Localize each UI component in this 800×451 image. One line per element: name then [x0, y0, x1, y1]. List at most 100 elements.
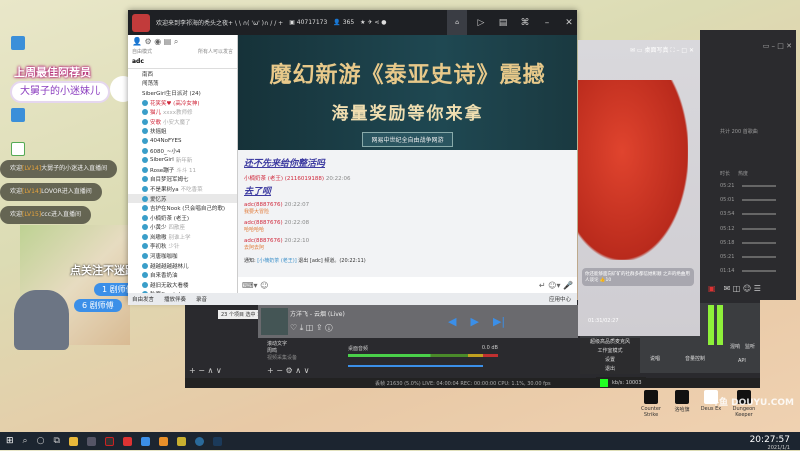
home-icon[interactable]: ⌂ — [447, 10, 467, 35]
prev-icon[interactable]: ◀ — [448, 315, 456, 328]
close-icon[interactable]: ✕ — [561, 18, 577, 28]
user-list-item[interactable]: 扶摇姐 — [128, 127, 237, 137]
source-controls[interactable]: + − ⚙ ∧ ∨ — [267, 366, 309, 375]
app-icon[interactable] — [158, 436, 168, 446]
chat-big-message: 去了呗 — [244, 187, 272, 197]
desktop-icon[interactable]: Counter Strike — [637, 390, 665, 418]
user-role-icon — [142, 233, 148, 240]
user-name: 吉护在Nook (只会唱自己的歌) — [150, 206, 226, 213]
next-icon[interactable]: ▶| — [493, 315, 505, 328]
user-name: 猫儿 — [150, 110, 162, 117]
user-list-item[interactable]: 自目梦冠军姆七 — [128, 175, 237, 185]
player-toolbar[interactable]: ▣ ✉ ◫ ☺ ☰ — [708, 284, 761, 293]
app-icon[interactable] — [86, 436, 96, 446]
desktop-icon[interactable] — [4, 108, 32, 124]
channel-item[interactable]: SiberGirl生日派对 (24) — [128, 88, 237, 98]
play-icon[interactable]: ▶ — [470, 315, 478, 328]
user-signature: xxxx教师修 — [163, 110, 193, 117]
channel-tools[interactable]: 👤 ⚙ ◉ ▤ ⌕ — [128, 35, 237, 48]
record-button[interactable]: 录音 — [196, 295, 207, 303]
user-list-item[interactable]: 自来香奶油 — [128, 270, 237, 280]
source-item[interactable]: 滚动文字 — [267, 340, 342, 347]
chat-input[interactable]: ⌨▾ ☺ ↵ ☺▾ 🎤 — [238, 277, 577, 293]
user-list-item[interactable]: 6080_~小4 — [128, 146, 237, 156]
user-role-icon — [142, 157, 148, 164]
user-list-item[interactable]: 越旧无敌大看楼 — [128, 280, 237, 290]
taskbar: ⊞ ⌕ ○ ⧉ 20:27:57 2021/1/1 — [0, 432, 800, 451]
chat-sender[interactable]: 小楠奶茶 (老王) (2116019188) — [244, 176, 324, 182]
book-icon[interactable]: ▤ — [495, 18, 511, 28]
video-icon[interactable]: ▷ — [473, 18, 489, 28]
app-icon[interactable] — [194, 436, 204, 446]
user-name: 自目梦冠军姆七 — [150, 177, 189, 184]
user-list-item[interactable]: 爱忆苏 — [128, 193, 237, 204]
lyric-window-controls[interactable]: ✉ ▭ 桌面写真 ⛶ – □ ✕ — [630, 45, 694, 55]
volume-slider[interactable] — [348, 365, 483, 367]
chat-area: 还不先来给你整活吗 小楠奶茶 (老王) (2116019188) 20:22:06… — [238, 150, 577, 277]
steam-icon[interactable] — [212, 436, 222, 446]
room-name[interactable]: adc — [128, 58, 237, 69]
mixer-menu-item[interactable]: 超级高品质麦克风 — [580, 338, 640, 347]
speak-mode-dropdown[interactable]: 自由模式 — [132, 48, 152, 58]
desktop-icon[interactable] — [4, 142, 32, 158]
cortana-icon[interactable]: ○ — [37, 436, 45, 446]
app-icon[interactable] — [122, 436, 132, 446]
user-list-item[interactable]: 李初秋 少针 — [128, 242, 237, 252]
user-list-item[interactable]: 小黄少 四散座 — [128, 223, 237, 233]
user-list-item[interactable]: 吉护在Nook (只会唱自己的歌) — [128, 203, 237, 213]
desktop-icon[interactable] — [4, 36, 32, 52]
user-list-item[interactable]: 安歌 小安大魔了 — [128, 117, 237, 127]
emoji-icon[interactable]: ☺ — [260, 281, 268, 290]
send-options[interactable]: ↵ ☺▾ 🎤 — [539, 281, 573, 290]
free-speak-button[interactable]: 自由发言 — [132, 295, 154, 303]
explorer-icon[interactable] — [68, 436, 78, 446]
user-list-item[interactable]: 小楠奶茶 (老王) — [128, 213, 237, 223]
start-icon[interactable]: ⊞ — [6, 436, 14, 446]
accompaniment-button[interactable]: 播放伴奏 — [164, 295, 186, 303]
task-view-icon[interactable]: ⧉ — [53, 436, 59, 446]
song-row[interactable]: 05:01 — [720, 197, 777, 203]
user-list-item[interactable]: 猫儿 xxxx教师修 — [128, 107, 237, 117]
app-icon[interactable] — [176, 436, 186, 446]
music-app-window: ▭ – □ ✕ 共计 200 首歌曲 时长 热度 05:21 05:01 03:5… — [700, 30, 796, 300]
volume-meter — [348, 354, 498, 357]
user-name: 404NoFYES — [150, 137, 182, 144]
system-tray[interactable]: 20:27:57 2021/1/1 — [750, 435, 790, 451]
user-list-item[interactable]: 404NoFYES — [128, 136, 237, 146]
mixer-menu-item[interactable]: 工作室模式 — [580, 347, 640, 356]
user-list-item[interactable]: 不是果树ya 不吃香菜 — [128, 184, 237, 194]
mixer-menu-item[interactable]: 设置 — [580, 356, 640, 365]
scene-controls[interactable]: + − ∧ ∨ — [189, 366, 222, 375]
room-actions[interactable]: ★ ✈ ⋖ ● — [360, 19, 386, 26]
user-list-item[interactable]: 岚嗷嗷 别谁上学 — [128, 232, 237, 242]
app-center-button[interactable]: 应用中心 — [549, 295, 571, 303]
channel-item[interactable]: 闯荡荡 — [128, 79, 237, 89]
song-row[interactable]: 05:18 — [720, 240, 777, 246]
minimize-icon[interactable]: – — [539, 18, 555, 28]
search-icon[interactable]: ⌕ — [23, 436, 28, 446]
desktop-icon[interactable]: 洛哈旗 — [668, 390, 696, 413]
user-list-item[interactable]: 花笑笑♥ (高冷女神) — [128, 98, 237, 108]
song-row[interactable]: 05:21 — [720, 183, 777, 189]
source-item[interactable]: 视频采集设备 — [267, 354, 342, 361]
user-list-item[interactable]: 越越越越越林儿 — [128, 261, 237, 271]
window-controls[interactable]: ▭ – □ ✕ — [763, 42, 792, 50]
gamepad-icon[interactable]: ⌨▾ — [242, 281, 258, 290]
mixer-menu-item[interactable]: 退出 — [580, 365, 640, 374]
channel-item[interactable]: 南西 — [128, 69, 237, 79]
song-row[interactable]: 01:14 — [720, 268, 777, 274]
source-item[interactable]: 周鸣 — [267, 347, 342, 354]
user-list-item[interactable]: 河唐咖咖咖 — [128, 251, 237, 261]
gamepad-icon[interactable]: ⌘ — [517, 18, 533, 28]
song-row[interactable]: 03:54 — [720, 211, 777, 217]
ad-banner[interactable]: 魔幻新游《泰亚史诗》震撼 海量奖励等你来拿 网易中世纪全自由战争网游 — [238, 35, 577, 150]
song-row[interactable]: 05:21 — [720, 254, 777, 260]
app-icon[interactable] — [140, 436, 150, 446]
song-actions[interactable]: ♡ ⤓ ◫ ⇪ ⓘ — [290, 323, 333, 333]
app-icon[interactable] — [104, 436, 114, 446]
mixer-label: 音量控制 — [685, 356, 706, 362]
user-list-item[interactable]: SiberGirl 新年新 — [128, 155, 237, 165]
song-row[interactable]: 05:12 — [720, 226, 777, 232]
user-list-item[interactable]: Rose蹦子 斗斗 11 — [128, 165, 237, 175]
user-role-icon — [142, 137, 148, 144]
